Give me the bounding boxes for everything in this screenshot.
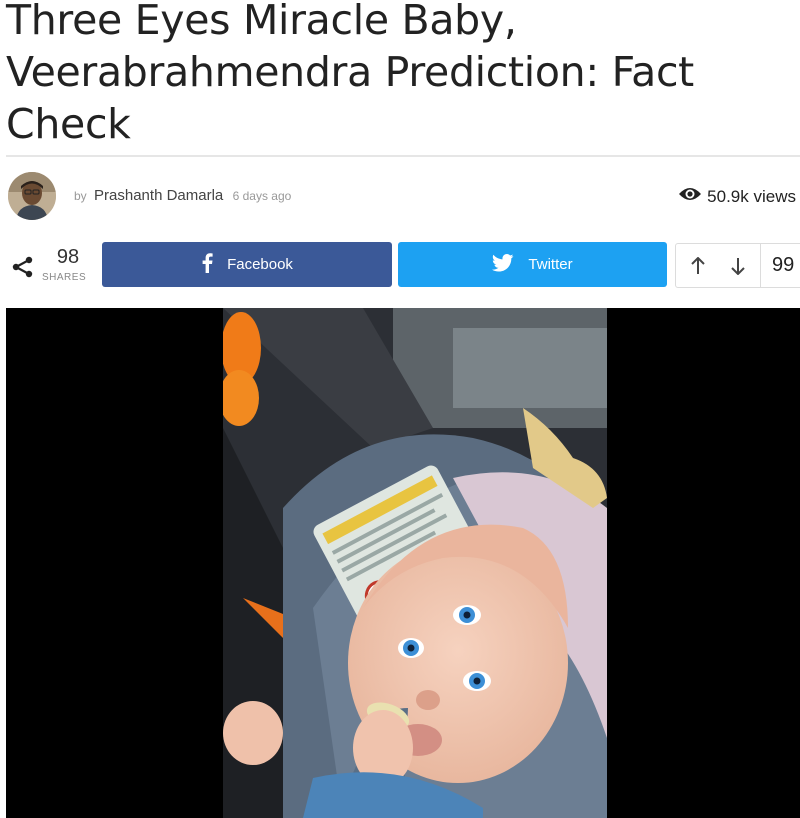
- byline: by Prashanth Damarla 6 days ago: [74, 187, 291, 204]
- twitter-bird-icon: [492, 253, 514, 276]
- article-title-line-1: Three Eyes Miracle Baby,: [6, 0, 517, 44]
- twitter-label: Twitter: [528, 256, 573, 273]
- downvote-button[interactable]: [718, 244, 758, 287]
- arrow-up-icon: [691, 256, 705, 274]
- article-title-line-2: Veerabrahmendra Prediction: Fact: [6, 48, 694, 96]
- author-name[interactable]: Prashanth Damarla: [94, 187, 223, 204]
- video-frame: [223, 308, 607, 818]
- author-avatar[interactable]: [8, 172, 56, 220]
- share-icon: [12, 256, 33, 278]
- view-count: 50.9k views: [678, 186, 796, 207]
- arrow-down-icon: [731, 257, 745, 275]
- article-title-line-3: Check: [6, 100, 131, 148]
- vote-widget: 99: [675, 243, 800, 288]
- twitter-share-button[interactable]: Twitter: [398, 242, 667, 287]
- post-date: 6 days ago: [232, 189, 292, 203]
- upvote-button[interactable]: [678, 244, 718, 287]
- video-player[interactable]: [6, 308, 800, 818]
- share-count: 98 SHARES: [10, 246, 90, 290]
- facebook-icon: [201, 252, 213, 277]
- views-label: 50.9k views: [707, 186, 796, 206]
- title-divider: [6, 155, 800, 157]
- eye-icon: [678, 186, 702, 207]
- share-count-number: 98: [56, 246, 80, 268]
- facebook-share-button[interactable]: Facebook: [102, 242, 392, 287]
- vote-separator: [760, 244, 761, 287]
- vote-score: 99: [772, 254, 795, 276]
- facebook-label: Facebook: [227, 256, 293, 273]
- article-title: Three Eyes Miracle Baby, Veerabrahmendra…: [6, 0, 796, 150]
- share-count-label: SHARES: [42, 272, 87, 283]
- by-label: by: [74, 189, 87, 203]
